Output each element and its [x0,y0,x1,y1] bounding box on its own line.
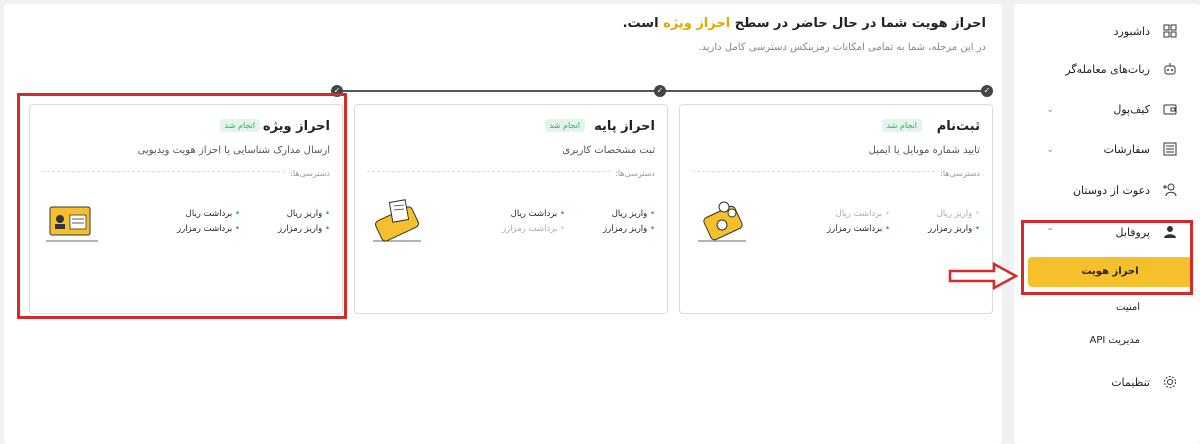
list-icon [1162,141,1178,157]
title-prefix: احراز هویت شما در حال حاضر در سطح [734,16,986,31]
arrow-right-icon [948,262,1018,290]
card-description: ثبت مشخصات کاربری [562,145,655,156]
access-label: دسترسی‌ها: [611,169,655,178]
page-subtitle: در این مرحله، شما به تمامی امکانات رمزین… [698,42,986,53]
permission-item: واریز ریال [612,209,655,219]
sidebar-subitem-security[interactable]: امنیت [1116,302,1140,313]
sidebar-item-label: کیف‌پول [1113,102,1150,116]
sidebar-subitem-api[interactable]: مدیریت API [1089,335,1140,346]
sidebar-item-orders[interactable]: سفارشات ⌄ [1024,138,1178,160]
page-title: احراز هویت شما در حال حاضر در سطح احراز … [623,16,986,31]
level-card-basic: احراز پایه انجام شد ثبت مشخصات کاربری دس… [354,104,668,314]
status-badge: انجام شد [881,119,922,132]
sidebar-item-robots[interactable]: ربات‌های معامله‌گر [1024,58,1178,80]
permission-item: واریز رمزارز [928,224,980,234]
title-highlight: احراز ویژه [663,16,731,31]
sidebar-item-label: دعوت از دوستان [1072,183,1150,197]
permission-item: واریز رمزارز [603,224,655,234]
chevron-down-icon[interactable]: ⌄ [1046,144,1054,155]
wallet-icon [1162,101,1178,117]
card-title: ثبت‌نام [936,119,980,134]
sidebar-item-label: تنظیمات [1111,375,1150,389]
step-check-icon: ✓ [654,85,666,97]
highlight-frame [1021,220,1193,295]
permission-item: برداشت ریال [511,209,565,219]
permission-item: واریز ریال [937,209,980,219]
phone-form-illustration [373,199,421,242]
sidebar-item-settings[interactable]: تنظیمات [1024,371,1178,393]
permission-item: برداشت رمزارز [827,224,890,234]
sidebar-item-label: سفارشات [1103,142,1150,156]
add-user-icon [1162,182,1178,198]
card-title: احراز پایه [594,119,655,134]
card-description: تایید شماره موبایل یا ایمیل [868,145,980,156]
highlight-frame [17,93,347,319]
robot-icon [1162,61,1178,77]
access-label: دسترسی‌ها: [936,169,980,178]
sidebar-item-wallet[interactable]: کیف‌پول ⌄ [1024,98,1178,120]
level-card-signup: ثبت‌نام انجام شد تایید شماره موبایل یا ا… [679,104,993,314]
sidebar-item-dashboard[interactable]: داشبورد [1024,20,1178,42]
grid-icon [1162,23,1178,39]
sidebar-item-label: داشبورد [1113,24,1150,38]
gear-icon [1162,374,1178,390]
step-check-icon: ✓ [981,85,993,97]
sidebar-item-invite[interactable]: دعوت از دوستان [1024,179,1178,201]
permission-item: برداشت ریال [836,209,890,219]
title-suffix: است. [622,16,659,31]
phone-coins-illustration [698,201,746,242]
chevron-down-icon[interactable]: ⌄ [1046,104,1054,115]
permission-item: برداشت رمزارز [502,224,565,234]
sidebar-item-label: ربات‌های معامله‌گر [1065,62,1150,76]
status-badge: انجام شد [544,119,585,132]
